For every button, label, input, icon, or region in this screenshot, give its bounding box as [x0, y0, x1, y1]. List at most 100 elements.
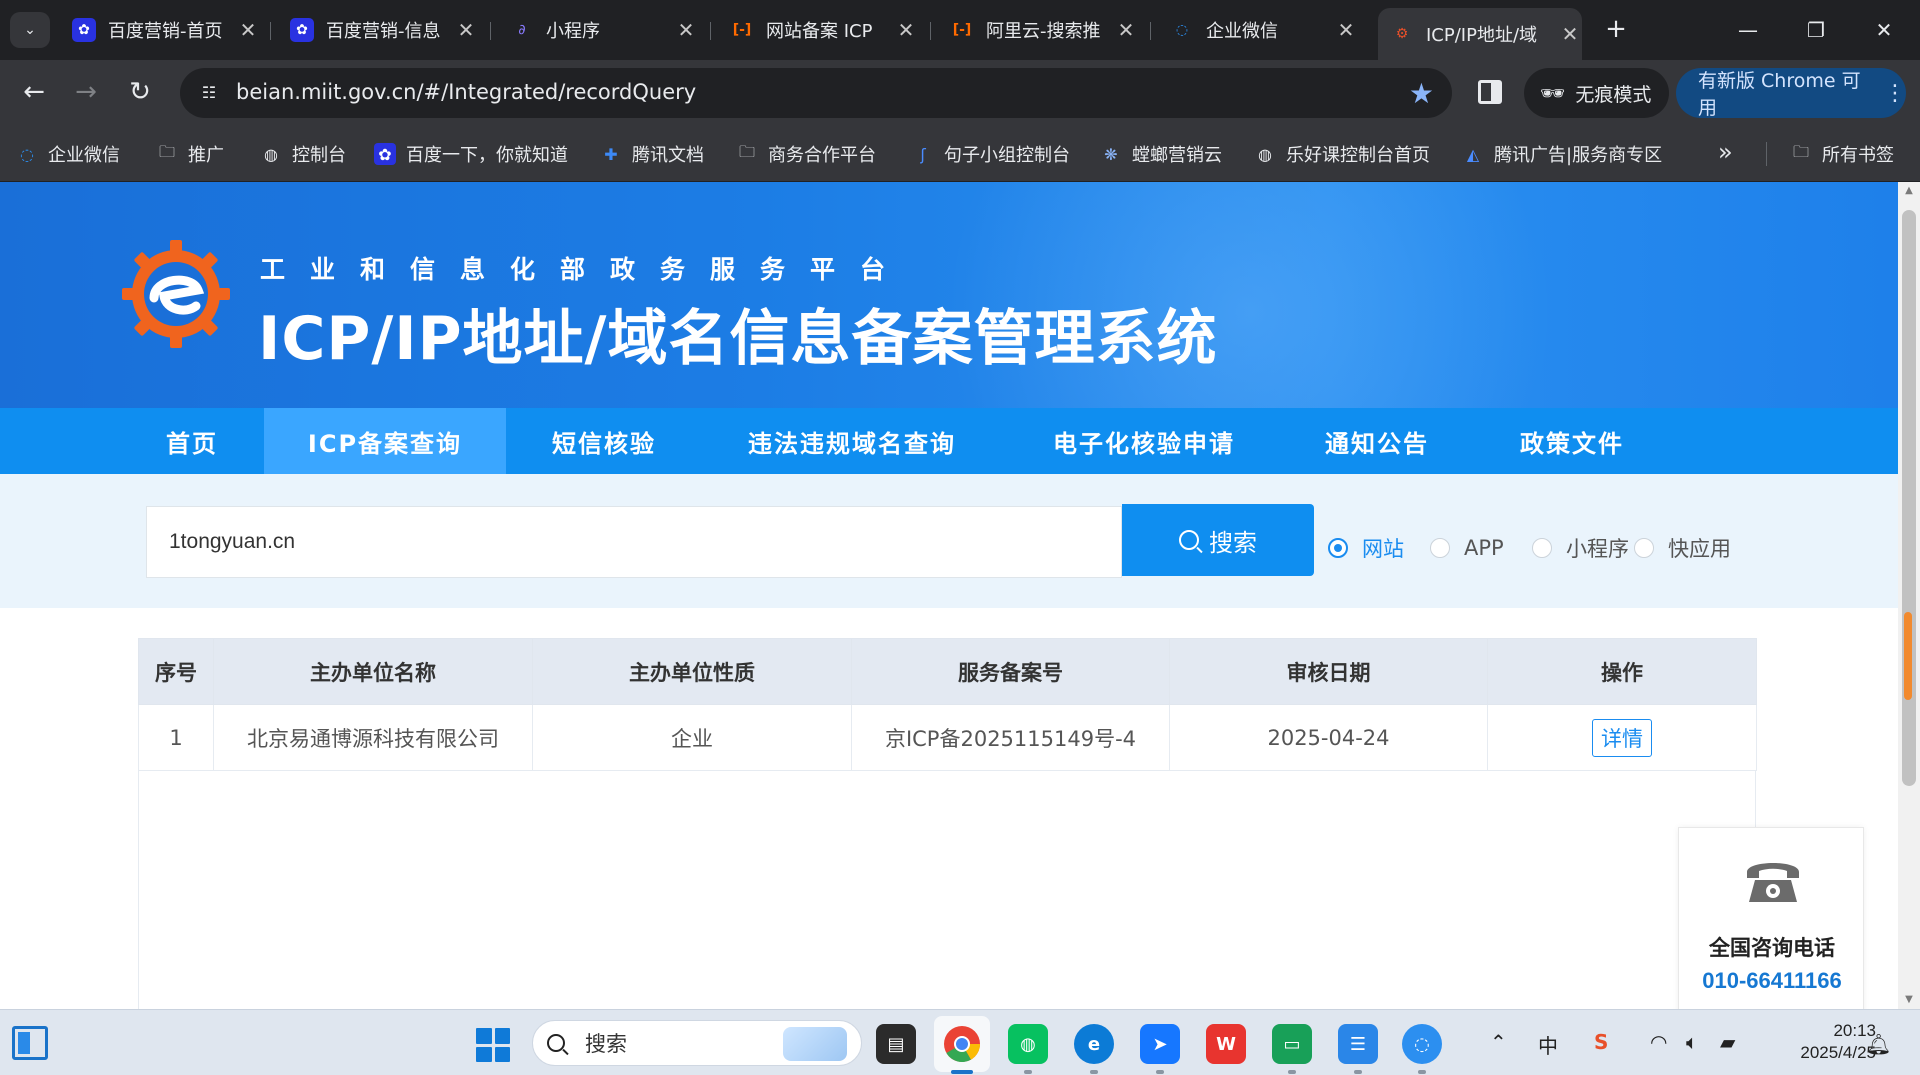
cell-org-name: 北京易通博源科技有限公司 — [213, 704, 533, 771]
search-button[interactable]: 搜索 — [1122, 504, 1314, 576]
tab-wecom[interactable]: ◌ 企业微信 ✕ — [1158, 10, 1358, 50]
search-input[interactable]: 1tongyuan.cn — [146, 506, 1122, 578]
bookmark-console[interactable]: ◍ 控制台 — [260, 140, 346, 168]
more-menu-icon[interactable]: ⋮ — [1884, 81, 1906, 106]
bookmark-wecom[interactable]: ◌ 企业微信 — [16, 140, 120, 168]
tray-overflow-icon[interactable]: ⌃ — [1490, 1030, 1507, 1054]
feishu-icon[interactable]: ➤ — [1140, 1024, 1180, 1064]
mantis-icon: ❋ — [1104, 144, 1118, 164]
close-icon[interactable]: ✕ — [1334, 18, 1358, 42]
remote-desktop-icon[interactable]: ▭ — [1272, 1024, 1312, 1064]
page-scrollbar[interactable]: ▲ ▼ — [1898, 182, 1920, 1009]
bookmark-lehaoke[interactable]: ◍ 乐好课控制台首页 — [1254, 140, 1430, 168]
close-icon[interactable]: ✕ — [236, 18, 260, 42]
chrome-icon[interactable] — [934, 1016, 990, 1072]
nav-icp-query[interactable]: ICP备案查询 — [264, 408, 506, 474]
address-bar[interactable]: ☷ beian.miit.gov.cn/#/Integrated/recordQ… — [180, 68, 1452, 118]
bookmark-juzi[interactable]: ʃ 句子小组控制台 — [912, 140, 1070, 168]
bookmark-tencent-ads[interactable]: ◭ 腾讯广告|服务商专区 — [1462, 140, 1662, 168]
tab-miniprogram[interactable]: ∂ 小程序 ✕ — [498, 10, 698, 50]
search-icon — [547, 1034, 565, 1052]
close-icon[interactable]: ✕ — [894, 18, 918, 42]
minimize-button[interactable]: — — [1720, 10, 1776, 50]
back-button[interactable]: ← — [14, 72, 54, 112]
wechat-icon[interactable]: ◍ — [1008, 1024, 1048, 1064]
tencent-docs-icon: ✚ — [604, 144, 618, 164]
maximize-button[interactable]: ❐ — [1788, 10, 1844, 50]
reload-button[interactable]: ↻ — [120, 72, 160, 112]
table-header-row: 序号 主办单位名称 主办单位性质 服务备案号 审核日期 操作 — [138, 638, 1757, 705]
side-panel-icon[interactable] — [1478, 80, 1502, 104]
file-explorer-icon[interactable]: ▤ — [876, 1024, 916, 1064]
globe-icon: ◍ — [264, 144, 278, 164]
tab-aliyun-search[interactable]: [-] 阿里云-搜索推 ✕ — [938, 10, 1138, 50]
nav-notices[interactable]: 通知公告 — [1300, 408, 1454, 474]
volume-icon[interactable]: 🔈︎ — [1686, 1030, 1698, 1054]
bookmarks-overflow-button[interactable]: » — [1718, 138, 1733, 166]
ime-indicator[interactable]: 中 — [1538, 1030, 1558, 1059]
wps-icon[interactable]: W — [1206, 1024, 1246, 1064]
sogou-ime-icon[interactable]: S — [1594, 1030, 1608, 1054]
col-header: 操作 — [1487, 638, 1757, 705]
close-icon[interactable]: ✕ — [454, 18, 478, 42]
nav-home[interactable]: 首页 — [130, 408, 254, 474]
taskbar-search[interactable]: 搜索 — [532, 1020, 862, 1066]
notification-bell-icon[interactable]: 🔔︎ — [1866, 1032, 1891, 1056]
close-window-button[interactable]: ✕ — [1856, 10, 1912, 50]
nav-sms-verify[interactable]: 短信核验 — [516, 408, 692, 474]
wecom-icon[interactable]: ◌ — [1402, 1024, 1442, 1064]
wifi-icon[interactable]: ◠ — [1650, 1030, 1667, 1054]
incognito-indicator[interactable]: 🕶 无痕模式 — [1524, 68, 1670, 118]
nav-illegal-domain[interactable]: 违法违规域名查询 — [720, 408, 984, 474]
miit-logo-icon — [120, 238, 232, 350]
tab-baidu-info[interactable]: ✿ 百度营销-信息 ✕ — [278, 10, 478, 50]
close-icon[interactable]: ✕ — [1114, 18, 1138, 42]
scroll-up-arrow-icon[interactable]: ▲ — [1898, 182, 1920, 200]
consult-phone: 010-66411166 — [1702, 968, 1842, 993]
scroll-find-marker — [1904, 612, 1912, 700]
bookmark-mantis[interactable]: ❋ 螳螂营销云 — [1100, 140, 1222, 168]
close-icon[interactable]: ✕ — [674, 18, 698, 42]
new-tab-button[interactable]: + — [1600, 14, 1632, 46]
bookmark-star-icon[interactable]: ★ — [1409, 77, 1434, 110]
close-icon[interactable]: ✕ — [1558, 22, 1582, 46]
edge-icon[interactable]: e — [1074, 1024, 1114, 1064]
link-icon: ∂ — [518, 22, 526, 38]
nav-e-verify[interactable]: 电子化核验申请 — [1028, 408, 1260, 474]
bookmark-tuiguang[interactable]: 🗀 推广 — [156, 140, 224, 168]
radio-quickapp[interactable]: 快应用 — [1634, 534, 1731, 562]
baidu-paw-icon: ✿ — [72, 18, 96, 42]
tab-aliyun-icp[interactable]: [-] 网站备案 ICP ✕ — [718, 10, 918, 50]
baidu-paw-icon: ✿ — [374, 143, 396, 165]
folder-icon: 🗀 — [1792, 141, 1809, 161]
tab-search-button[interactable]: ⌄ — [10, 12, 50, 48]
widgets-icon[interactable] — [12, 1026, 48, 1060]
tab-baidu-home[interactable]: ✿ 百度营销-首页 ✕ — [60, 10, 260, 50]
col-header: 审核日期 — [1169, 638, 1488, 705]
cell-action: 详情 — [1487, 704, 1757, 771]
radio-website[interactable]: 网站 — [1328, 534, 1404, 562]
system-clock[interactable]: 20:13 2025/4/25 — [1766, 1020, 1876, 1064]
start-button[interactable] — [476, 1028, 510, 1062]
all-bookmarks[interactable]: 🗀 所有书签 — [1790, 140, 1894, 168]
col-header: 主办单位名称 — [213, 638, 533, 705]
detail-button[interactable]: 详情 — [1592, 718, 1652, 757]
consult-widget[interactable]: 全国咨询电话 010-66411166 — [1678, 827, 1864, 1009]
forward-button[interactable]: → — [66, 72, 106, 112]
results-table: 序号 主办单位名称 主办单位性质 服务备案号 审核日期 操作 1 北京易通博源科… — [138, 638, 1757, 771]
chrome-update-button[interactable]: 有新版 Chrome 可用 ⋮ — [1676, 68, 1906, 119]
bookmark-tencent-docs[interactable]: ✚ 腾讯文档 — [600, 140, 704, 168]
search-panel: 1tongyuan.cn 搜索 网站 APP 小程序 快应用 — [0, 474, 1898, 608]
notepad-icon[interactable]: ☰ — [1338, 1024, 1378, 1064]
battery-icon[interactable]: ▰ — [1720, 1030, 1735, 1054]
table-empty-area — [138, 771, 1756, 1009]
site-info-icon[interactable]: ☷ — [196, 80, 222, 106]
nav-policies[interactable]: 政策文件 — [1494, 408, 1650, 474]
bookmark-baidu[interactable]: ✿ 百度一下，你就知道 — [374, 140, 568, 168]
radio-app[interactable]: APP — [1430, 534, 1504, 562]
bookmark-business[interactable]: 🗀 商务合作平台 — [736, 140, 876, 168]
radio-miniprogram[interactable]: 小程序 — [1532, 534, 1629, 562]
aliyun-icon: [-] — [732, 22, 752, 38]
scroll-down-arrow-icon[interactable]: ▼ — [1898, 991, 1920, 1009]
tab-icp-active[interactable]: ⚙ ICP/IP地址/域 ✕ — [1378, 8, 1582, 60]
